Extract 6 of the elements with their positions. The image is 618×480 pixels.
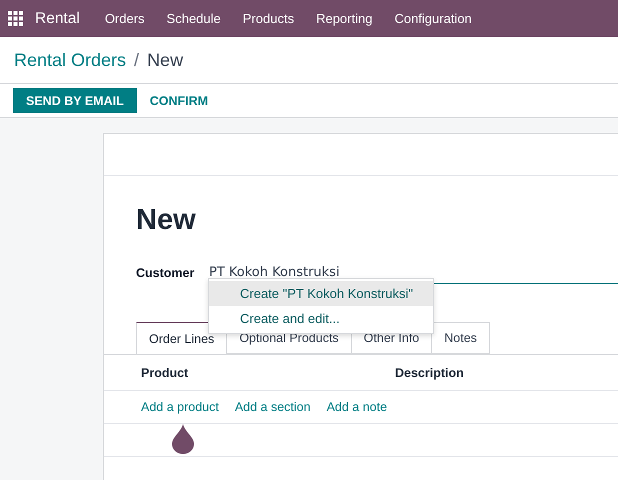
breadcrumb-separator: / bbox=[134, 50, 140, 70]
field-label: Customer bbox=[136, 266, 196, 280]
column-header: Description bbox=[395, 366, 464, 380]
column-header: Product bbox=[141, 366, 190, 380]
breadcrumb-current: New bbox=[147, 50, 184, 70]
record-title: New bbox=[135, 203, 197, 238]
